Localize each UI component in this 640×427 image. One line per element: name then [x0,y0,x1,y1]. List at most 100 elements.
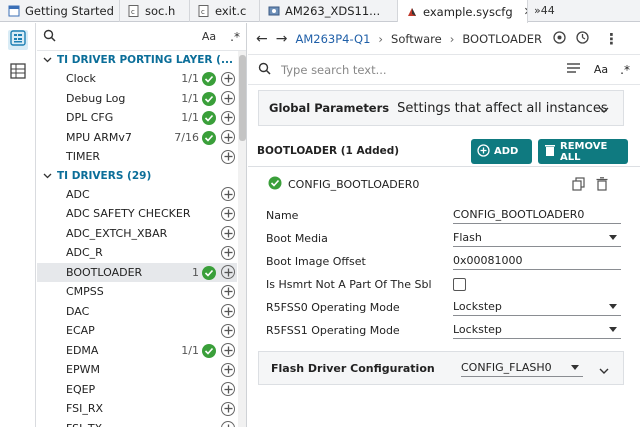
add-circle-icon[interactable] [221,343,235,357]
page-icon [8,5,20,17]
add-circle-icon[interactable] [221,149,235,164]
module-item-fsi-tx[interactable]: FSI_TX [37,419,237,427]
module-item-adc[interactable]: ADC [37,185,237,205]
global-parameters-section[interactable]: Global Parameters Settings that affect a… [258,90,624,126]
software-view-button[interactable] [8,30,28,50]
check-circle-icon [202,343,216,358]
tree-group-header[interactable]: TI DRIVER PORTING LAYER (... [37,51,237,69]
delete-all-icon [544,144,556,160]
regex-icon[interactable]: .* [230,30,240,44]
add-circle-icon[interactable] [221,323,235,338]
add-circle-icon[interactable] [221,401,235,416]
module-list-scrollbar[interactable] [238,51,246,427]
tree-group-header[interactable]: TI DRIVERS (29) [37,167,237,185]
syscfg-icon [406,6,418,18]
add-circle-icon[interactable] [221,265,235,279]
add-circle-icon[interactable] [221,71,235,86]
scrollbar-thumb[interactable] [239,55,246,141]
field-input[interactable]: CONFIG_BOOTLOADER0 [453,206,621,224]
chevron-right-icon: › [449,31,455,46]
search-icon[interactable] [43,27,56,46]
add-circle-icon[interactable] [221,362,235,377]
breadcrumb-module: BOOTLOADER [462,31,542,46]
add-circle-icon[interactable] [221,382,235,396]
breadcrumb-software[interactable]: Software [391,32,442,46]
module-item-label: DPL CFG [66,111,114,125]
tab-exit-c[interactable]: c exit.c [190,0,260,22]
chevron-down-icon[interactable] [599,365,609,378]
add-circle-icon[interactable] [221,110,235,125]
module-list-panel: Aa .* TI DRIVER PORTING LAYER (... Clock 1… [37,23,247,427]
svg-text:c: c [131,8,135,16]
add-circle-icon [477,143,490,160]
field-checkbox[interactable] [453,277,466,291]
syscfg-window: Getting Started c soc.h c exit.c AM263_X… [0,0,640,427]
module-item-fsi-rx[interactable]: FSI_RX [37,399,237,419]
module-item-adc-extch-xbar[interactable]: ADC_EXTCH_XBAR [37,224,237,244]
tab-soc-h[interactable]: c soc.h [120,0,190,22]
add-circle-icon[interactable] [221,421,235,427]
chevron-down-icon[interactable] [43,170,52,182]
module-item-dac[interactable]: DAC [37,302,237,322]
module-item-clock[interactable]: Clock 1/1 [37,69,237,89]
module-item-mpu-armv7[interactable]: MPU ARMv7 7/16 [37,128,237,148]
tree-group-label: TI DRIVERS (29) [57,169,152,182]
module-instance-count: 7/16 [174,130,199,144]
field-select[interactable]: Lockstep [453,321,621,339]
module-item-dpl-cfg[interactable]: DPL CFG 1/1 [37,108,237,128]
add-circle-icon[interactable] [221,91,235,105]
copy-icon[interactable] [572,177,585,194]
back-icon[interactable]: ← [256,31,268,47]
more-options-icon[interactable]: ⋮ [604,30,619,48]
table-icon [10,63,26,83]
field-select[interactable]: Lockstep [453,298,621,316]
module-item-timer[interactable]: TIMER [37,147,237,167]
caret-down-icon [609,235,617,240]
add-circle-icon[interactable] [221,226,235,240]
module-item-label: FSI_RX [66,402,104,416]
tab-debug-config[interactable]: AM263_XDS11... [260,0,398,22]
module-item-edma[interactable]: EDMA 1/1 [37,341,237,361]
add-circle-icon[interactable] [221,245,235,260]
flash-driver-configuration[interactable]: Flash Driver Configuration CONFIG_FLASH0 [258,351,624,385]
module-item-bootloader[interactable]: BOOTLOADER 1 [37,262,237,282]
regex-icon[interactable]: .* [620,63,630,77]
module-item-eqep[interactable]: EQEP [37,380,237,400]
module-item-cmpss[interactable]: CMPSS [37,282,237,302]
module-tree: TI DRIVER PORTING LAYER (... Clock 1/1 Debu… [37,51,237,427]
delete-icon[interactable] [596,177,608,194]
module-instance-count: 1/1 [181,91,199,105]
history-icon[interactable] [575,30,590,48]
match-case-toggle[interactable]: Aa [202,30,216,43]
field-select[interactable]: Flash [453,229,621,247]
add-circle-icon[interactable] [221,130,235,144]
tab-overflow[interactable]: »44 [528,0,561,21]
field-value: Lockstep [453,300,502,313]
add-circle-icon[interactable] [221,187,235,201]
breadcrumb-device[interactable]: AM263P4-Q1 [295,32,370,46]
instance-header[interactable]: CONFIG_BOOTLOADER0 [258,171,624,197]
module-item-adc-r[interactable]: ADC_R [37,243,237,263]
module-item-ecap[interactable]: ECAP [37,321,237,341]
remove-all-button[interactable]: REMOVE ALL [538,139,628,164]
field-name: Name CONFIG_BOOTLOADER0 [266,204,626,226]
add-circle-icon[interactable] [221,206,235,221]
module-item-epwm[interactable]: EPWM [37,360,237,380]
search-input[interactable] [281,62,511,77]
filter-lines-icon[interactable] [566,62,580,77]
add-button[interactable]: ADD [471,139,532,164]
module-item-adc-safety-checker[interactable]: ADC SAFETY CHECKER [37,204,237,224]
forward-icon[interactable]: → [276,31,288,47]
module-item-debug-log[interactable]: Debug Log 1/1 [37,89,237,109]
chevron-down-icon[interactable] [599,103,609,117]
flash-config-select[interactable]: CONFIG_FLASH0 [461,359,583,377]
chevron-down-icon[interactable] [43,54,52,66]
add-circle-icon[interactable] [221,284,235,299]
table-view-button[interactable] [8,63,28,83]
tab-getting-started[interactable]: Getting Started [0,0,120,22]
add-circle-icon[interactable] [221,304,235,318]
target-icon[interactable] [552,30,567,48]
tab-example-syscfg[interactable]: example.syscfg ✕ [398,0,528,23]
match-case-toggle[interactable]: Aa [594,63,608,76]
field-input[interactable]: 0x00081000 [453,252,621,270]
